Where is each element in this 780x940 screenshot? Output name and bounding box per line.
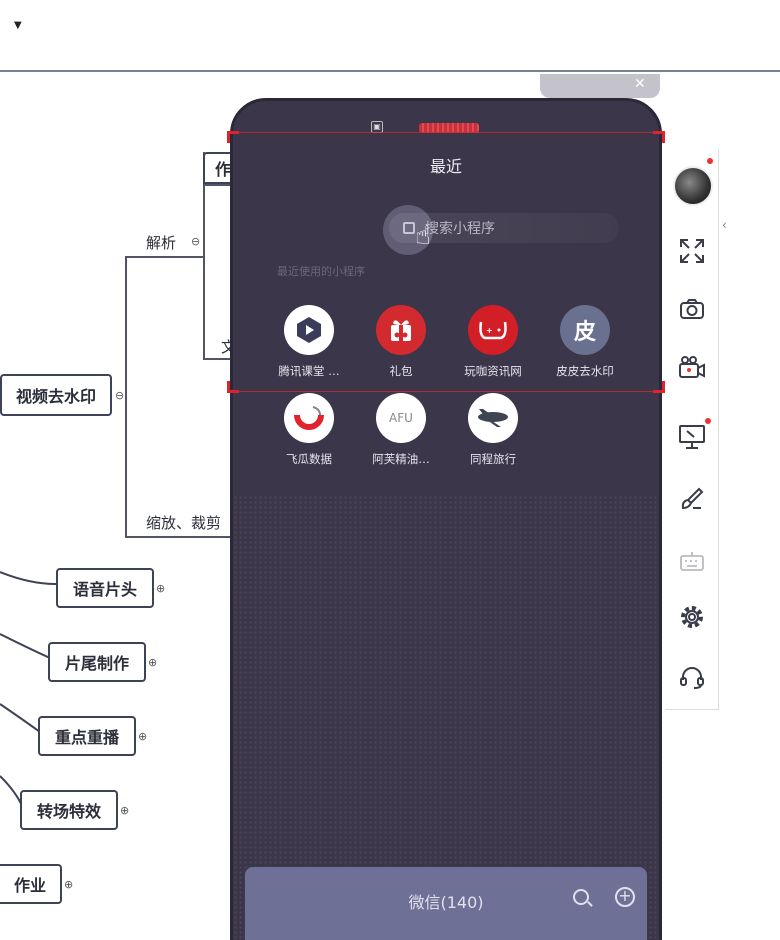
connector-line	[125, 536, 230, 538]
video-camera-icon[interactable]	[675, 350, 709, 384]
app-label: 同程旅行	[470, 452, 516, 466]
expand-icon[interactable]: ⊕	[156, 582, 165, 595]
expand-icon[interactable]: ⊕	[138, 730, 147, 743]
corner-marker[interactable]	[653, 381, 665, 393]
app-label: 阿芙精油…	[372, 452, 430, 466]
node-label: 重点重播	[54, 728, 119, 747]
mindmap-node[interactable]: 片尾制作	[48, 642, 146, 682]
top-bar: ▼	[0, 0, 780, 72]
mindmap-node[interactable]: 转场特效	[20, 790, 118, 830]
brush-icon[interactable]	[675, 482, 709, 516]
node-label: 转场特效	[36, 802, 101, 821]
root-node-label: 视频去水印	[15, 387, 96, 406]
node-label: 片尾制作	[64, 654, 129, 673]
fullscreen-icon[interactable]	[675, 234, 709, 268]
afu-logo-icon: AFU	[376, 393, 426, 443]
collapse-icon[interactable]: ⊖	[115, 389, 124, 402]
dropdown-caret-icon[interactable]: ▼	[14, 20, 22, 31]
wechat-bottom-bar[interactable]: 微信(140) +	[245, 867, 647, 940]
connector-line	[125, 256, 127, 536]
search-icon[interactable]	[573, 889, 589, 905]
camera-icon[interactable]	[675, 292, 709, 326]
app-label: 飞瓜数据	[286, 452, 332, 466]
notification-dot	[705, 418, 711, 424]
node-label: 语音片头	[72, 580, 137, 599]
capture-frame	[227, 131, 665, 393]
plane-icon	[468, 393, 518, 443]
corner-marker[interactable]	[227, 381, 239, 393]
right-toolbar	[665, 150, 719, 710]
corner-marker[interactable]	[227, 131, 239, 143]
notification-dot	[707, 158, 713, 164]
node-label: 作业	[13, 876, 46, 895]
close-icon[interactable]: ✕	[634, 76, 646, 92]
mini-program-tongcheng[interactable]: 同程旅行	[447, 393, 539, 467]
app-window: ▼ 视频去水印 ⊖ 解析 ⊖ 缩放、裁剪 作 文 语音片头 ⊕ 片尾制作 ⊕ 重…	[0, 0, 780, 940]
branch-parse[interactable]: 解析	[146, 232, 176, 253]
melon-icon	[284, 393, 334, 443]
mindmap-node[interactable]: 重点重播	[38, 716, 136, 756]
screen-share-icon[interactable]	[675, 420, 709, 454]
chevron-left-icon[interactable]: ‹	[722, 218, 727, 232]
headset-icon[interactable]	[675, 660, 709, 694]
branch-zoom[interactable]: 缩放、裁剪	[146, 512, 221, 533]
corner-marker[interactable]	[653, 131, 665, 143]
expand-icon[interactable]: ⊕	[64, 878, 73, 891]
mini-program-afu[interactable]: AFU 阿芙精油…	[355, 393, 447, 467]
connector-line	[125, 256, 205, 258]
avatar[interactable]	[673, 166, 713, 206]
afu-glyph: AFU	[389, 411, 413, 425]
mindmap-node[interactable]: 作业	[0, 864, 62, 904]
add-icon[interactable]: +	[615, 887, 635, 907]
expand-icon[interactable]: ⊕	[120, 804, 129, 817]
mindmap-node[interactable]: 语音片头	[56, 568, 154, 608]
settings-icon[interactable]	[675, 600, 709, 634]
collapse-icon[interactable]: ⊖	[191, 235, 200, 248]
mindmap-root-node[interactable]: 视频去水印	[0, 374, 112, 416]
mini-program-feigua[interactable]: 飞瓜数据	[263, 393, 355, 467]
keyboard-icon[interactable]	[675, 544, 709, 578]
expand-icon[interactable]: ⊕	[148, 656, 157, 669]
